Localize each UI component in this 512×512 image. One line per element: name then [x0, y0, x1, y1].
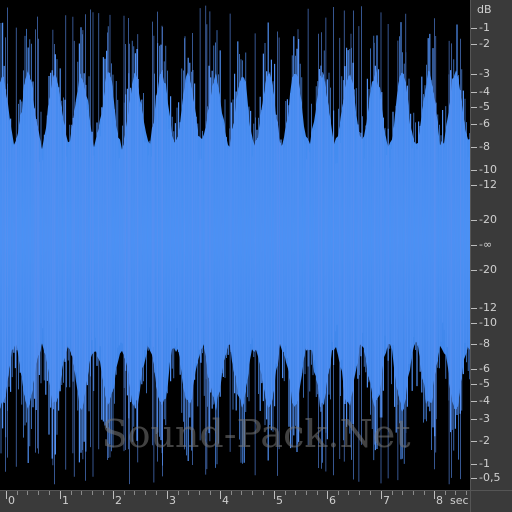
time-minor-tick: [466, 491, 467, 495]
time-minor-tick: [71, 491, 72, 495]
db-tick: [471, 478, 477, 479]
time-minor-tick: [49, 491, 50, 495]
time-minor-tick: [338, 491, 339, 495]
time-tick: [327, 491, 328, 499]
time-label: 6: [329, 494, 336, 507]
time-tick: [434, 491, 435, 499]
time-minor-tick: [348, 491, 349, 495]
time-minor-tick: [306, 491, 307, 495]
db-tick: [471, 185, 477, 186]
time-minor-tick: [210, 491, 211, 495]
watermark-text: Sound-Pack.Net: [101, 412, 411, 456]
db-tick: [471, 245, 477, 246]
time-label: 8: [436, 494, 443, 507]
time-minor-tick: [252, 491, 253, 495]
db-tick: [471, 344, 477, 345]
time-label: 0: [8, 494, 15, 507]
time-tick: [6, 491, 7, 499]
db-label: -2: [479, 37, 490, 50]
db-label: -20: [479, 213, 497, 226]
db-tick: [471, 170, 477, 171]
time-minor-tick: [263, 491, 264, 495]
time-minor-tick: [424, 491, 425, 495]
time-minor-tick: [370, 491, 371, 495]
db-label: -1: [479, 457, 490, 470]
time-minor-tick: [241, 491, 242, 495]
time-tick: [113, 491, 114, 499]
db-label: -4: [479, 394, 490, 407]
time-minor-tick: [455, 491, 456, 495]
db-tick: [471, 107, 477, 108]
db-tick: [471, 384, 477, 385]
db-tick: [471, 28, 477, 29]
time-minor-tick: [392, 491, 393, 495]
time-label: 5: [276, 494, 283, 507]
time-minor-tick: [188, 491, 189, 495]
db-tick: [471, 92, 477, 93]
db-tick: [471, 124, 477, 125]
db-label: -20: [479, 263, 497, 276]
db-tick: [471, 464, 477, 465]
time-tick: [274, 491, 275, 499]
time-minor-tick: [27, 491, 28, 495]
db-label: -12: [479, 178, 497, 191]
time-label: 7: [383, 494, 390, 507]
db-label: -8: [479, 140, 490, 153]
time-minor-tick: [178, 491, 179, 495]
db-label: -10: [479, 163, 497, 176]
time-minor-tick: [156, 491, 157, 495]
db-label: -1: [479, 21, 490, 34]
time-tick: [60, 491, 61, 499]
time-minor-tick: [445, 491, 446, 495]
time-label: 4: [222, 494, 229, 507]
time-minor-tick: [92, 491, 93, 495]
time-minor-tick: [413, 491, 414, 495]
db-tick: [471, 44, 477, 45]
time-minor-tick: [103, 491, 104, 495]
time-minor-tick: [199, 491, 200, 495]
time-label: 2: [115, 494, 122, 507]
db-label: -3: [479, 67, 490, 80]
time-minor-tick: [359, 491, 360, 495]
db-tick: [471, 147, 477, 148]
db-tick: [471, 220, 477, 221]
db-label: -0,5: [479, 471, 501, 484]
db-label: -5: [479, 377, 490, 390]
db-tick: [471, 401, 477, 402]
time-tick: [167, 491, 168, 499]
db-label: -∞: [479, 238, 493, 251]
time-minor-tick: [81, 491, 82, 495]
time-ruler[interactable]: sec 0 1 2 3 4 5 6 7 8: [0, 490, 470, 512]
db-unit-label: dB: [477, 3, 492, 16]
time-minor-tick: [17, 491, 18, 495]
db-tick: [471, 323, 477, 324]
time-minor-tick: [134, 491, 135, 495]
time-minor-tick: [295, 491, 296, 495]
db-label: -6: [479, 362, 490, 375]
db-label: -8: [479, 337, 490, 350]
db-label: -6: [479, 117, 490, 130]
time-minor-tick: [124, 491, 125, 495]
time-label: 1: [62, 494, 69, 507]
time-minor-tick: [231, 491, 232, 495]
ruler-corner: [470, 490, 512, 512]
time-minor-tick: [402, 491, 403, 495]
db-label: -10: [479, 316, 497, 329]
time-tick: [220, 491, 221, 499]
db-label: -12: [479, 301, 497, 314]
time-unit-label: sec: [450, 494, 469, 507]
db-tick: [471, 74, 477, 75]
db-tick: [471, 270, 477, 271]
time-label: 3: [169, 494, 176, 507]
time-minor-tick: [145, 491, 146, 495]
time-minor-tick: [317, 491, 318, 495]
db-label: -4: [479, 85, 490, 98]
time-tick: [381, 491, 382, 499]
db-label: -5: [479, 100, 490, 113]
db-tick: [471, 369, 477, 370]
db-tick: [471, 308, 477, 309]
time-minor-tick: [38, 491, 39, 495]
time-minor-tick: [285, 491, 286, 495]
